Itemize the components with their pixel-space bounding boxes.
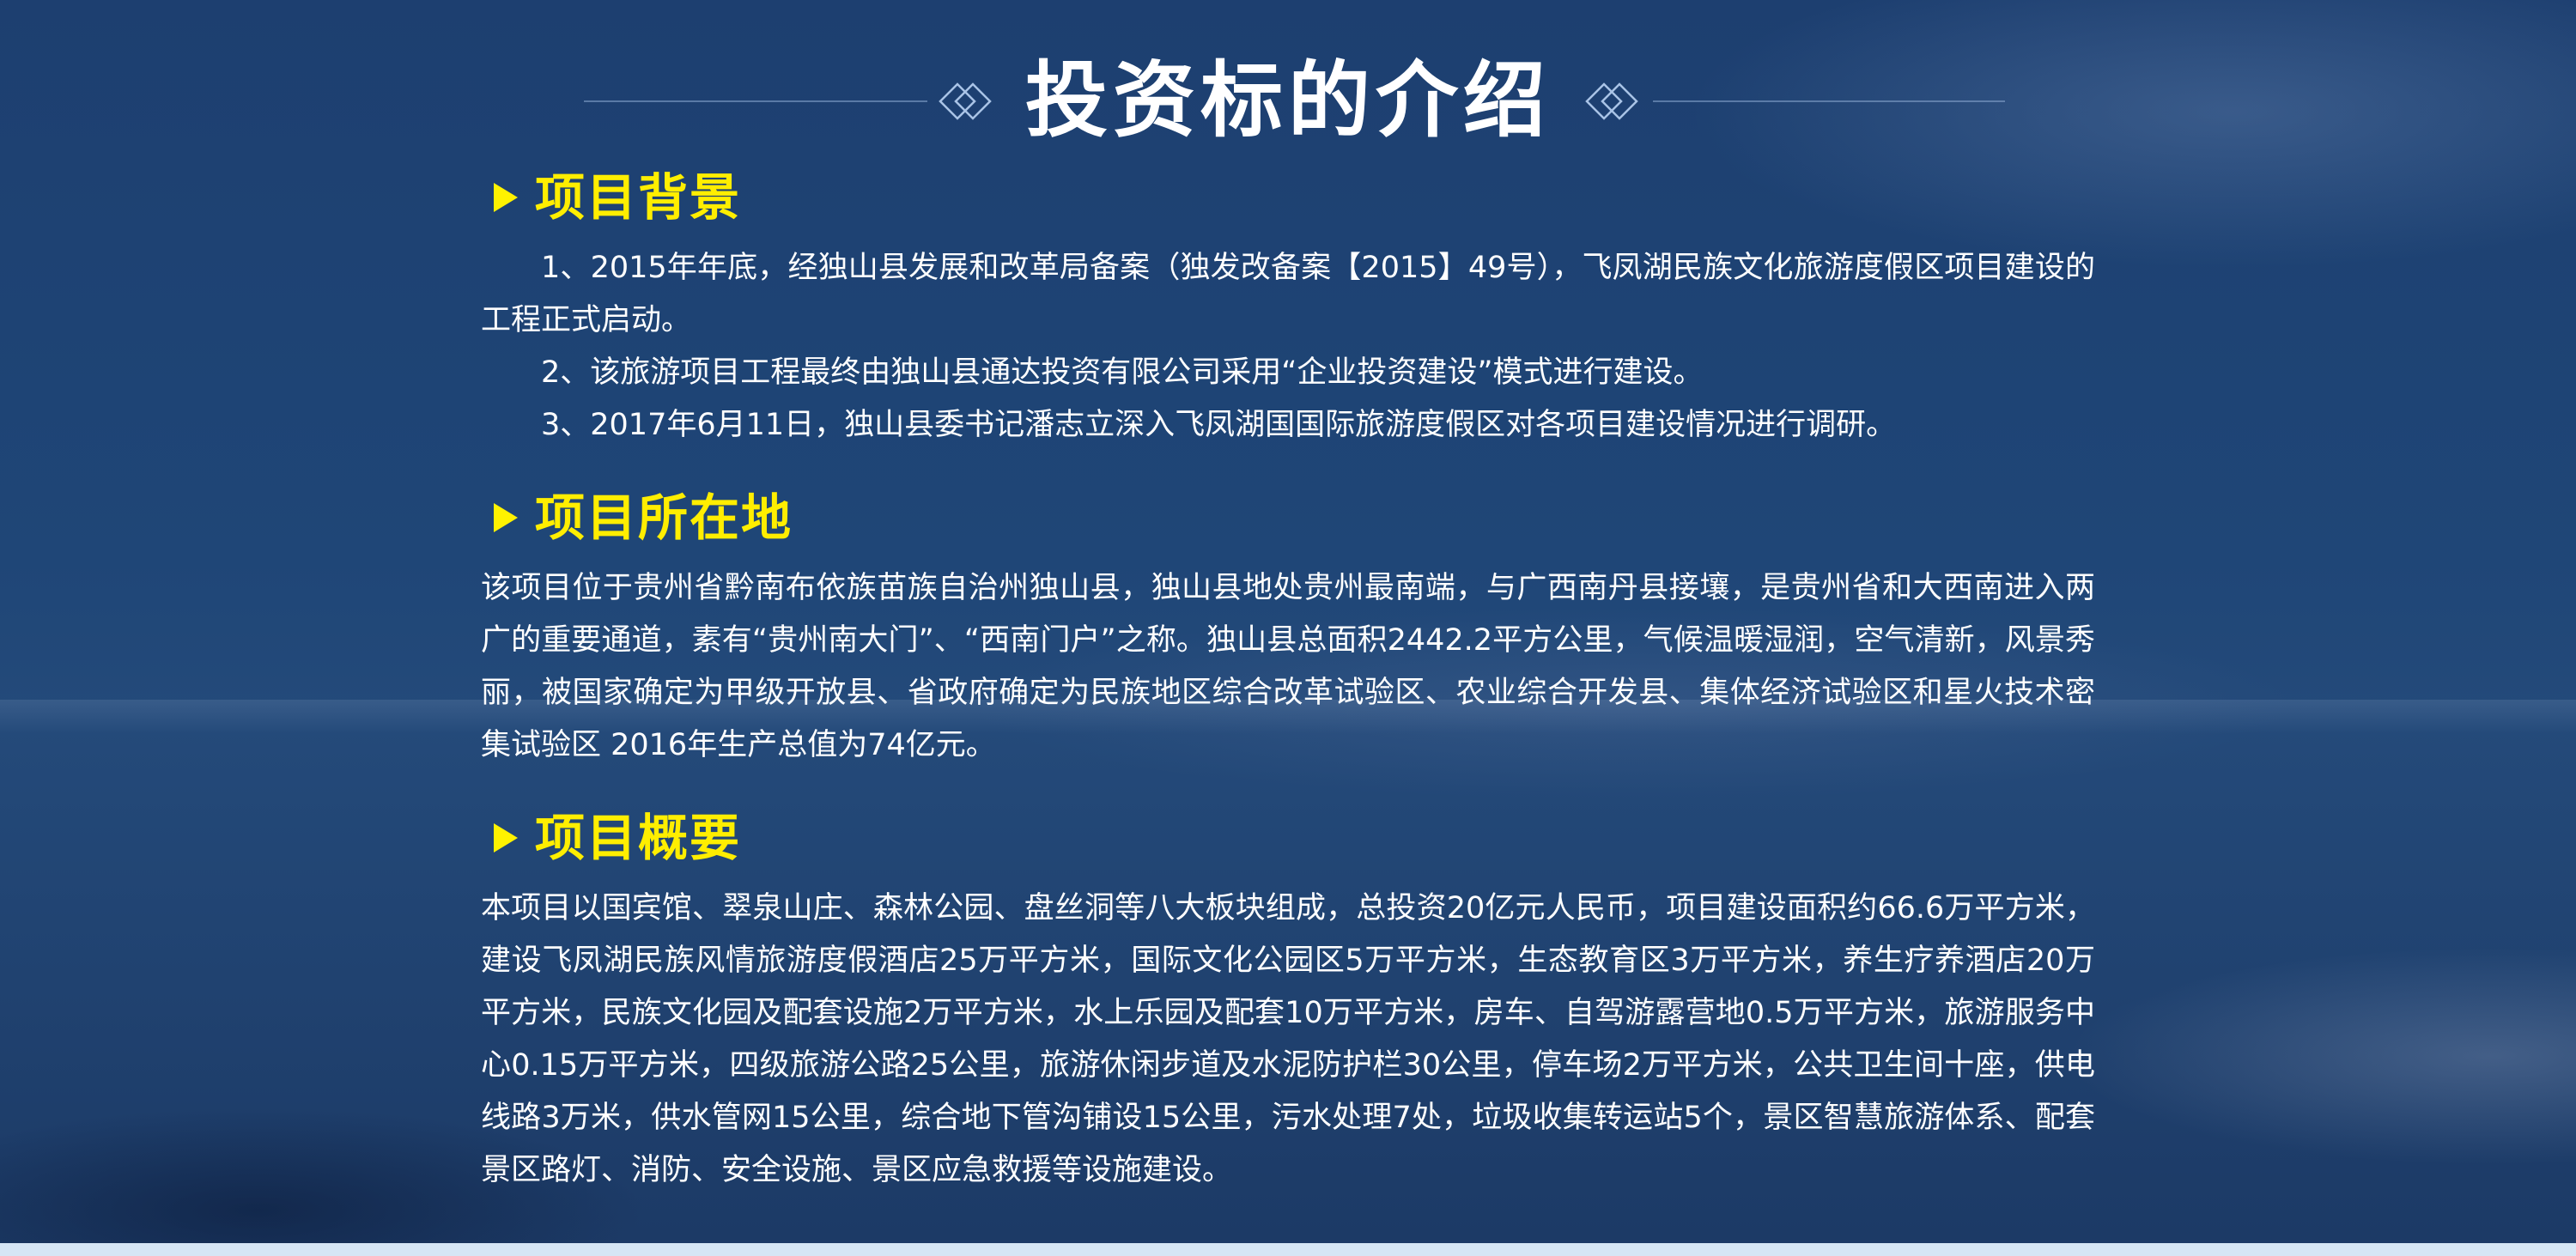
section-heading-row: 项目所在地 xyxy=(481,483,2095,552)
section-heading-row: 项目背景 xyxy=(481,163,2095,232)
paragraph: 本项目以国宾馆、翠泉山庄、森林公园、盘丝洞等八大板块组成，总投资20亿元人民币，… xyxy=(481,891,2095,1187)
bottom-band xyxy=(0,1243,2576,1256)
section-body: 该项目位于贵州省黔南布依族苗族自治州独山县，独山县地处贵州最南端，与广西南丹县接… xyxy=(481,562,2095,772)
paragraph: 2、该旅游项目工程最终由独山县通达投资有限公司采用“企业投资建设”模式进行建设。 xyxy=(541,355,1704,390)
section-project-overview: 项目概要 本项目以国宾馆、翠泉山庄、森林公园、盘丝洞等八大板块组成，总投资20亿… xyxy=(481,804,2095,1197)
section-project-location: 项目所在地 该项目位于贵州省黔南布依族苗族自治州独山县，独山县地处贵州最南端，与… xyxy=(481,483,2095,772)
page-title: 投资标的介绍 xyxy=(1025,52,1551,149)
title-divider-right xyxy=(1653,100,2005,102)
triangle-bullet-icon xyxy=(494,503,518,532)
triangle-bullet-icon xyxy=(494,183,518,212)
section-project-background: 项目背景 1、2015年年底，经独山县发展和改革局备案（独发改备案【2015】4… xyxy=(481,163,2095,452)
diamond-ornament-right-icon xyxy=(1585,82,1638,120)
paragraph: 1、2015年年底，经独山县发展和改革局备案（独发改备案【2015】49号），飞… xyxy=(481,251,2095,337)
title-banner: 投资标的介绍 xyxy=(0,47,2576,159)
title-divider-left xyxy=(584,100,927,102)
paragraph: 3、2017年6月11日，独山县委书记潘志立深入飞凤湖国国际旅游度假区对各项目建… xyxy=(541,408,1897,442)
triangle-bullet-icon xyxy=(494,823,518,853)
section-heading: 项目所在地 xyxy=(535,488,793,547)
paragraph: 该项目位于贵州省黔南布依族苗族自治州独山县，独山县地处贵州最南端，与广西南丹县接… xyxy=(481,571,2095,762)
section-heading: 项目概要 xyxy=(535,809,742,867)
diamond-ornament-left-icon xyxy=(939,82,992,120)
section-body: 本项目以国宾馆、翠泉山庄、森林公园、盘丝洞等八大板块组成，总投资20亿元人民币，… xyxy=(481,883,2095,1197)
section-body: 1、2015年年底，经独山县发展和改革局备案（独发改备案【2015】49号），飞… xyxy=(481,242,2095,452)
section-heading-row: 项目概要 xyxy=(481,804,2095,872)
section-heading: 项目背景 xyxy=(535,168,742,227)
